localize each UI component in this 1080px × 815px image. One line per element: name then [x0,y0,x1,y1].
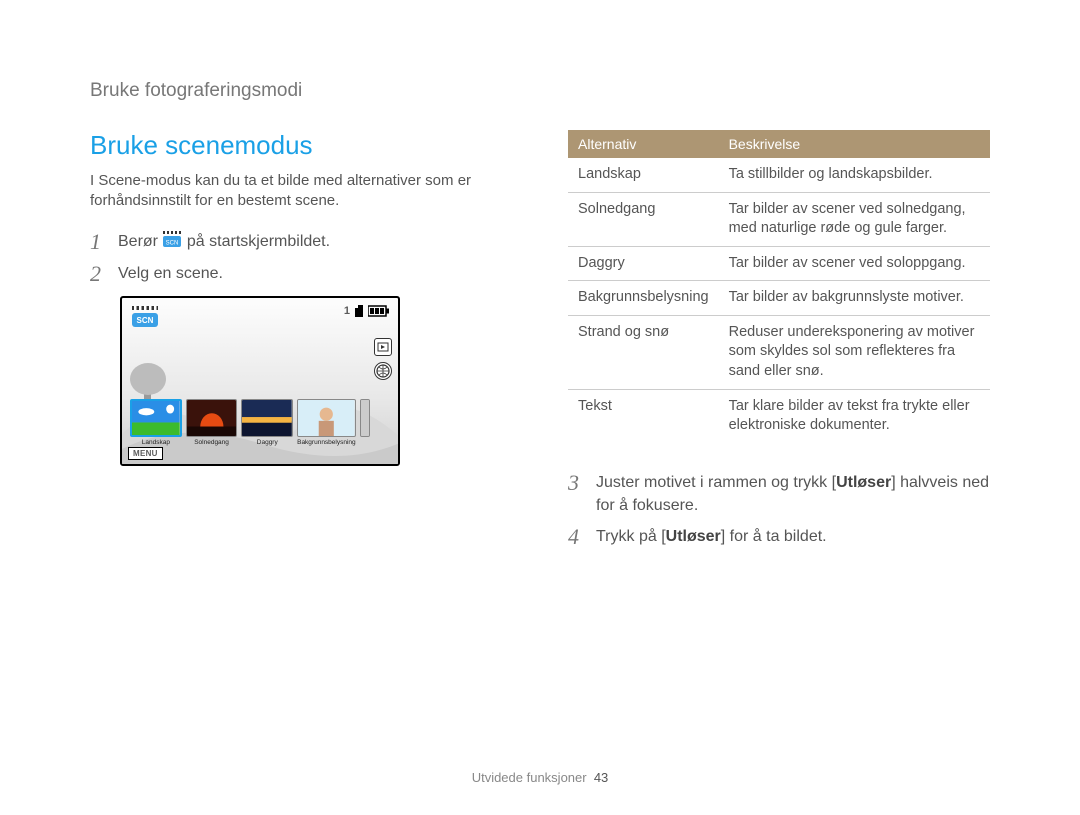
step-4-pre: Trykk på [ [596,528,666,545]
step-1: 1 Berør SCN på st [90,230,520,254]
footer-section: Utvidede funksjoner [472,770,587,785]
status-bar: 1 [344,304,390,318]
step-number: 3 [568,471,586,495]
page-footer: Utvidede funksjoner 43 [0,770,1080,785]
thumb-label: Daggry [241,439,293,446]
th-beskrivelse: Beskrivelse [719,130,990,158]
step-1-text-post: på startskjermbildet. [187,233,330,250]
options-table: Alternativ Beskrivelse LandskapTa stillb… [568,130,990,443]
svg-text:SCN: SCN [166,241,179,247]
step-4-post: ] for å ta bildet. [721,528,827,545]
table-row: DaggryTar bilder av scener ved soloppgan… [568,246,990,281]
step-number: 1 [90,230,108,254]
thumb-label: Solnedgang [186,439,238,446]
step-number: 4 [568,525,586,549]
step-4-bold: Utløser [666,528,721,545]
thumb-label: Bakgrunnsbelysning [297,439,356,446]
table-row: TekstTar klare bilder av tekst fra trykt… [568,389,990,443]
svg-text:SCN: SCN [137,316,154,325]
scn-badge-icon: SCN [130,304,162,335]
thumb-label: Landskap [130,439,182,446]
thumb-landscape: Landskap [130,399,182,446]
playback-icon [374,338,392,356]
intro-text: I Scene-modus kan du ta et bilde med alt… [90,171,520,212]
th-alternativ: Alternativ [568,130,719,158]
thumb-sunset: Solnedgang [186,399,238,446]
battery-icon [368,305,390,317]
step-4: 4 Trykk på [Utløser] for å ta bildet. [568,525,990,549]
step-1-text-pre: Berør [118,233,162,250]
step-3-bold: Utløser [836,474,891,491]
left-column: Bruke scenemodus I Scene-modus kan du ta… [90,130,520,557]
step-3-pre: Juster motivet i rammen og trykk [ [596,474,836,491]
right-column: Alternativ Beskrivelse LandskapTa stillb… [568,130,990,557]
step-number: 2 [90,262,108,286]
camera-screen-illustration: SCN 1 [120,296,400,466]
shot-counter: 1 [344,305,350,317]
section-title: Bruke scenemodus [90,130,520,161]
thumb-dawn: Daggry [241,399,293,446]
manual-page: Bruke fotograferingsmodi Bruke scenemodu… [0,0,1080,557]
scn-mode-icon: SCN [162,230,182,248]
table-row: Strand og snøReduser undereksponering av… [568,315,990,389]
memory-card-icon [354,304,364,318]
step-2-text: Velg en scene. [118,262,223,285]
table-row: SolnedgangTar bilder av scener ved solne… [568,192,990,246]
thumb-partial [360,399,370,446]
breadcrumb: Bruke fotograferingsmodi [90,80,990,102]
menu-button: MENU [128,447,163,460]
table-row: LandskapTa stillbilder og landskapsbilde… [568,158,990,192]
table-row: BakgrunnsbelysningTar bilder av bakgrunn… [568,281,990,316]
globe-icon [374,362,392,380]
step-2: 2 Velg en scene. [90,262,520,286]
thumb-backlight: Bakgrunnsbelysning [297,399,356,446]
step-3: 3 Juster motivet i rammen og trykk [Utlø… [568,471,990,517]
page-number: 43 [594,770,608,785]
scene-thumbnails: Landskap Solnedgang [130,399,370,446]
